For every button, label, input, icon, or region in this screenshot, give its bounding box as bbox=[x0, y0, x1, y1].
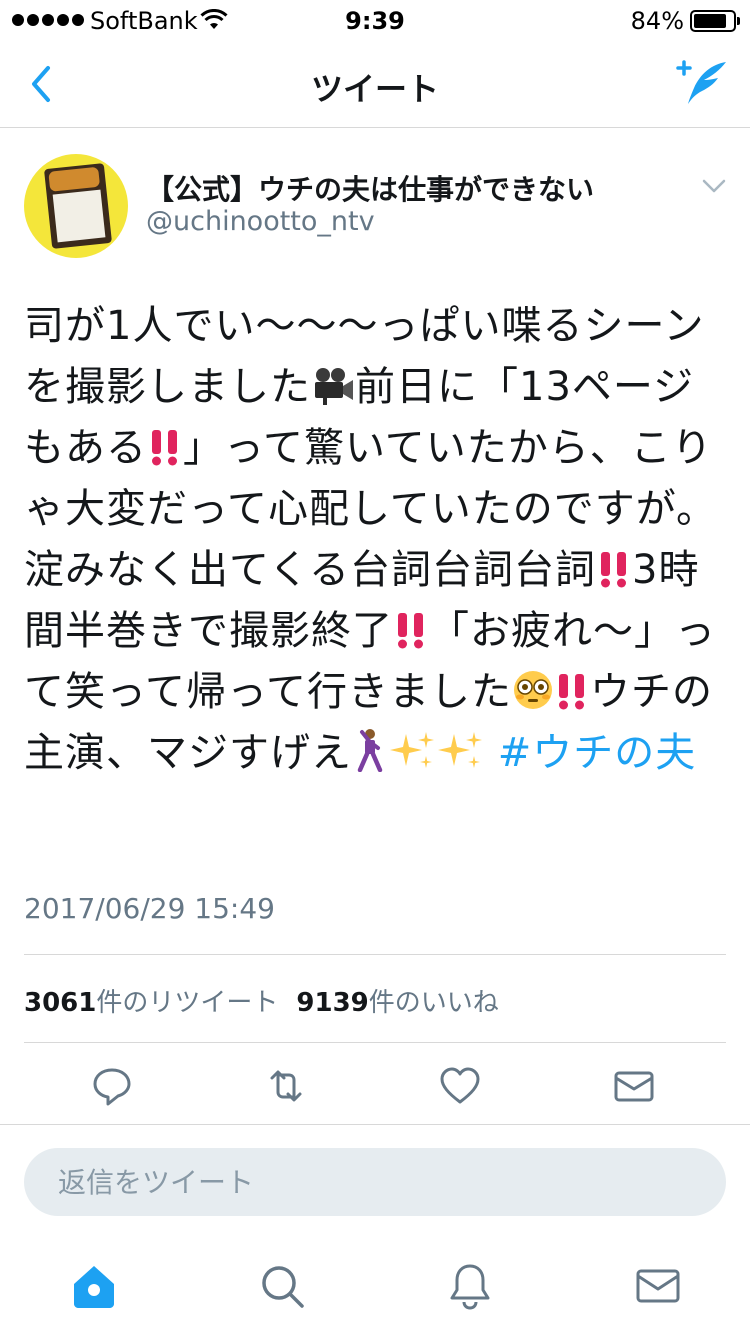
like-label: 件のいいね bbox=[368, 988, 499, 1018]
notifications-icon[interactable] bbox=[446, 1262, 494, 1310]
divider bbox=[24, 1042, 726, 1043]
navigation-bar: ツイート bbox=[0, 40, 750, 128]
flushed-face-emoji-icon bbox=[514, 671, 552, 709]
retweet-count: 3061 bbox=[24, 988, 97, 1018]
chevron-down-icon[interactable] bbox=[698, 172, 730, 200]
compose-tweet-icon[interactable] bbox=[674, 58, 730, 108]
bento-box-image bbox=[43, 163, 113, 249]
like-count: 9139 bbox=[296, 988, 369, 1018]
retweet-label: 件のリツイート bbox=[96, 988, 279, 1018]
hashtag-link[interactable]: #ウチの夫 bbox=[498, 730, 697, 776]
movie-camera-emoji-icon bbox=[315, 368, 353, 405]
retweet-icon[interactable] bbox=[264, 1064, 308, 1108]
sparkles-emoji-icon bbox=[438, 732, 482, 768]
divider bbox=[0, 1124, 750, 1125]
double-exclamation-emoji-icon bbox=[601, 552, 626, 588]
like-icon[interactable] bbox=[438, 1064, 482, 1108]
divider bbox=[24, 954, 726, 955]
home-icon[interactable] bbox=[70, 1262, 118, 1310]
battery-icon bbox=[690, 10, 740, 32]
like-stat[interactable]: 9139件のいいね bbox=[296, 988, 498, 1018]
avatar[interactable] bbox=[24, 154, 128, 258]
tweet-timestamp: 2017/06/29 15:49 bbox=[24, 892, 275, 925]
page-title: ツイート bbox=[310, 70, 439, 108]
double-exclamation-emoji-icon bbox=[398, 613, 423, 649]
reply-icon[interactable] bbox=[90, 1064, 134, 1108]
display-name[interactable]: 【公式】ウチの夫は仕事ができない bbox=[146, 168, 594, 208]
dancer-emoji-icon bbox=[357, 729, 383, 772]
reply-composer[interactable] bbox=[24, 1148, 726, 1216]
double-exclamation-emoji-icon bbox=[559, 674, 584, 710]
user-handle[interactable]: @uchinootto_ntv bbox=[146, 206, 375, 237]
double-exclamation-emoji-icon bbox=[152, 430, 177, 466]
retweet-stat[interactable]: 3061件のリツイート bbox=[24, 988, 278, 1018]
sparkles-emoji-icon bbox=[390, 732, 434, 768]
engagement-counts: 3061件のリツイート 9139件のいいね bbox=[24, 982, 499, 1019]
messages-icon[interactable] bbox=[634, 1262, 682, 1310]
direct-message-icon[interactable] bbox=[612, 1064, 656, 1108]
status-bar: SoftBank 9:39 84% bbox=[0, 0, 750, 40]
search-icon[interactable] bbox=[258, 1262, 306, 1310]
reply-input[interactable] bbox=[24, 1148, 726, 1216]
tweet-text: 司が1人でい〜〜〜っぱい喋るシーンを撮影しました 前日に「13ページもある 」って驚… bbox=[24, 296, 730, 784]
battery-percentage: 84% bbox=[630, 7, 684, 35]
